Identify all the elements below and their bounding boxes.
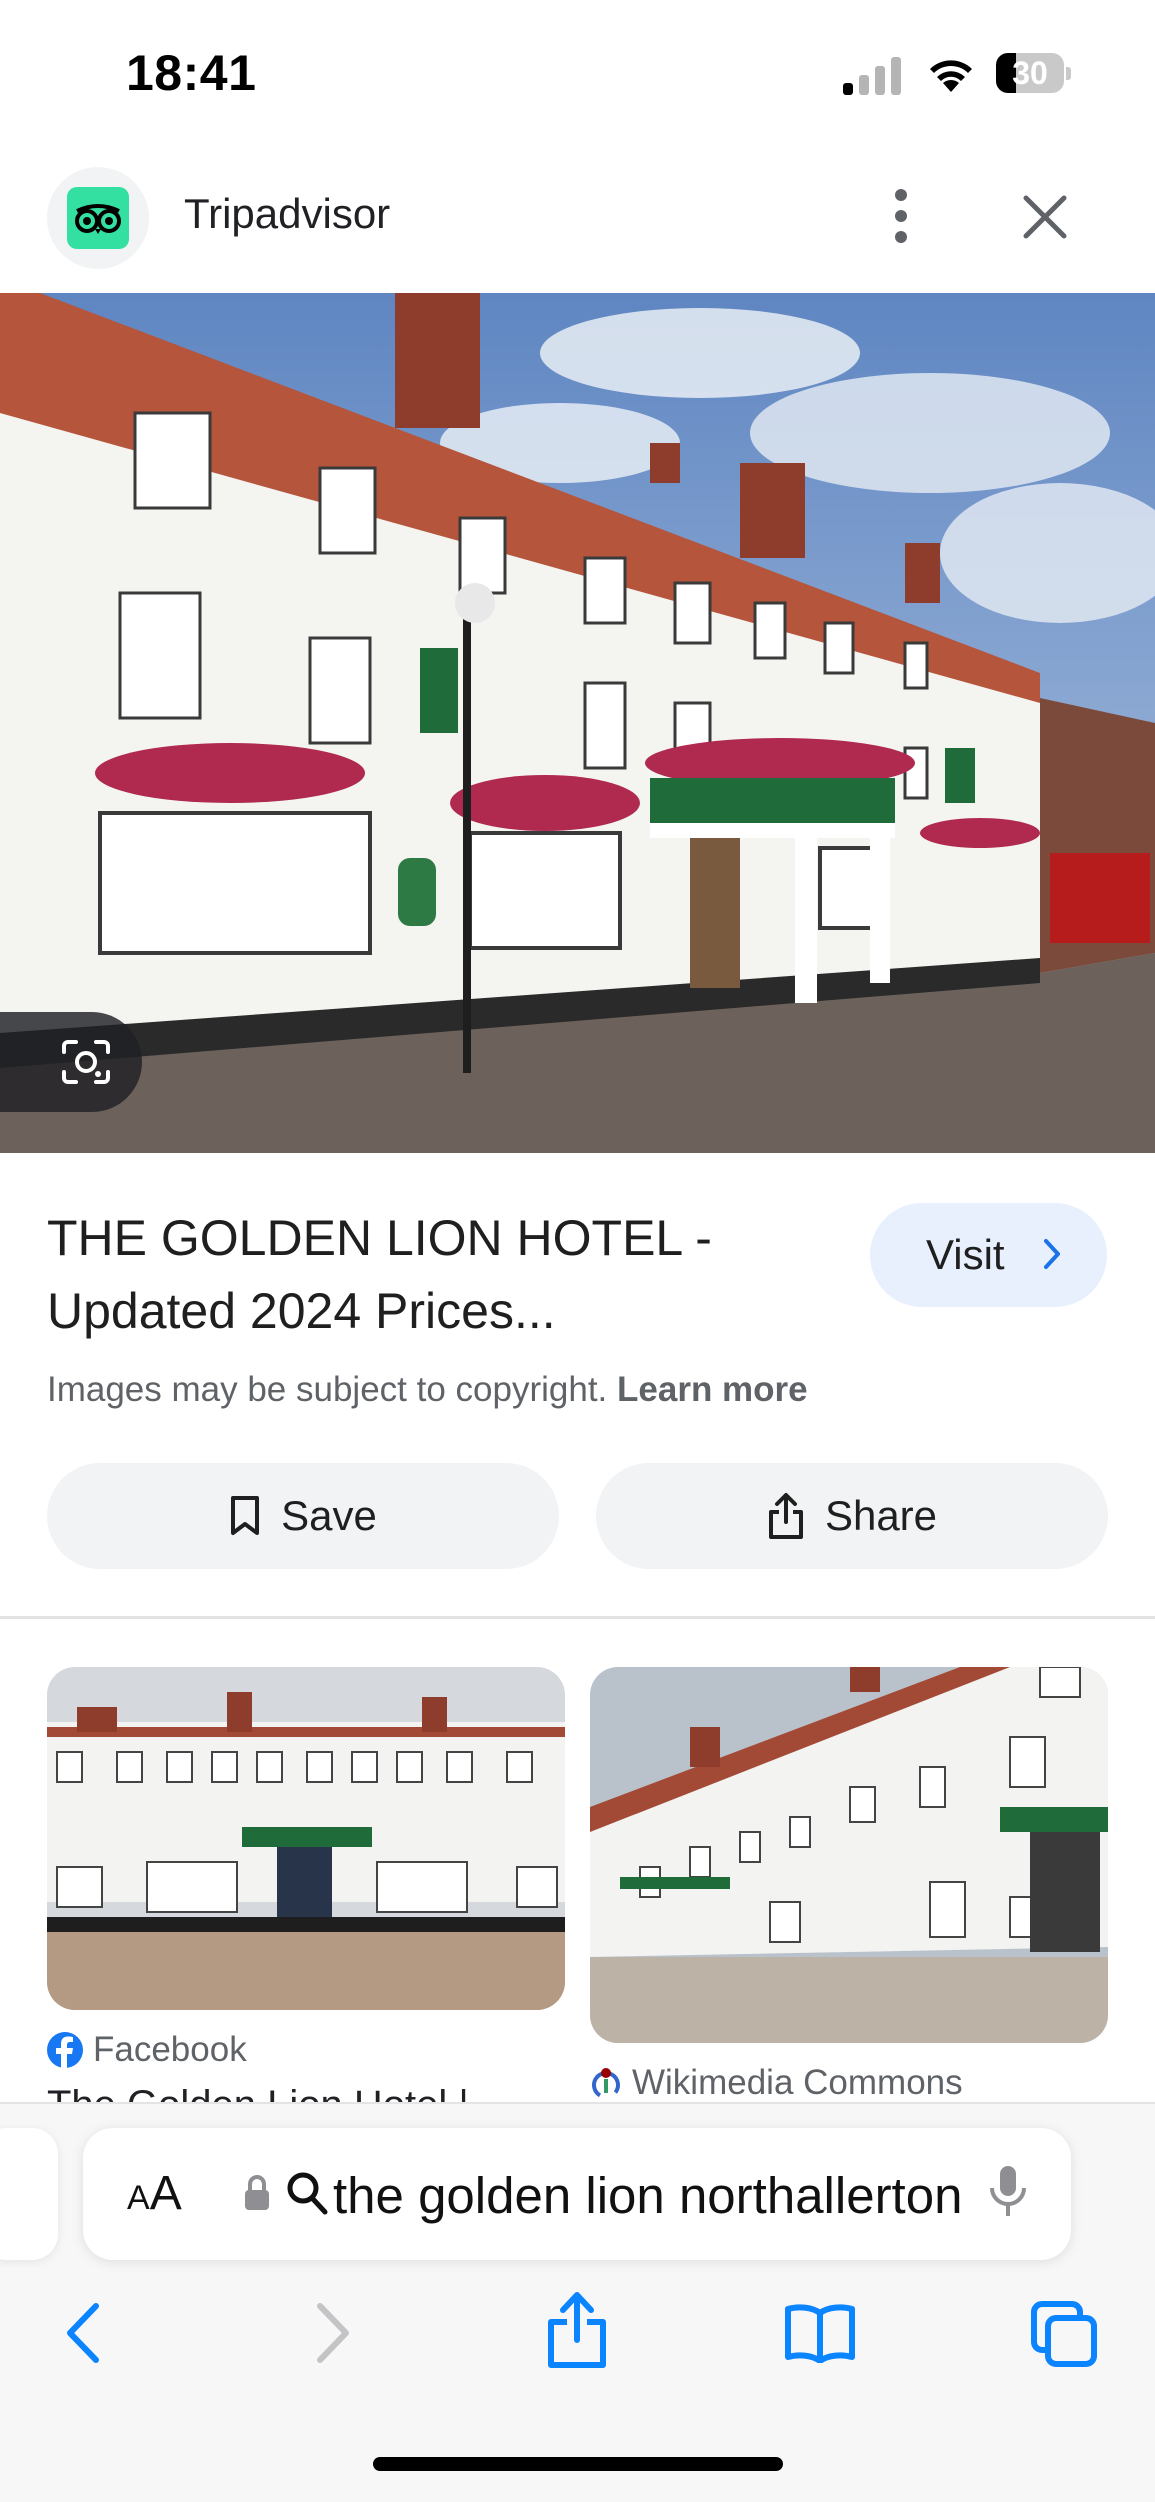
copyright-text: Images may be subject to copyright.: [47, 1370, 608, 1409]
search-icon: [287, 2172, 328, 2215]
related-source-1[interactable]: Facebook: [47, 2030, 247, 2070]
google-lens-button[interactable]: [0, 1012, 142, 1112]
result-title[interactable]: THE GOLDEN LION HOTEL - Updated 2024 Pri…: [47, 1202, 807, 1348]
battery-icon: 30: [996, 53, 1072, 93]
address-bar[interactable]: AA the golden lion northallerton: [83, 2128, 1071, 2260]
related-image-1[interactable]: [47, 1667, 565, 2010]
tabs-icon[interactable]: [1030, 2300, 1100, 2368]
wifi-icon: [930, 60, 972, 92]
related-snippet-1[interactable]: The Golden Lion Hotel |: [47, 2083, 469, 2103]
learn-more-link[interactable]: Learn more: [617, 1370, 808, 1409]
home-indicator[interactable]: [373, 2457, 783, 2471]
reader-options-button[interactable]: AA: [127, 2166, 182, 2221]
cellular-signal-icon: [843, 57, 901, 95]
hotel-photo[interactable]: [0, 293, 1155, 1153]
battery-level: 30: [1012, 55, 1048, 91]
visit-button[interactable]: Visit: [870, 1203, 1107, 1307]
microphone-icon[interactable]: [988, 2164, 1028, 2220]
share-button[interactable]: Share: [596, 1463, 1108, 1569]
close-icon[interactable]: [1020, 192, 1070, 242]
forward-arrow-icon[interactable]: [314, 2302, 354, 2364]
related-source-2[interactable]: Wikimedia Commons: [590, 2063, 963, 2103]
facebook-icon: [47, 2032, 83, 2068]
status-time: 18:41: [126, 45, 257, 101]
previous-tab-preview[interactable]: [0, 2128, 58, 2260]
related-source-2-name: Wikimedia Commons: [632, 2063, 963, 2102]
copyright-notice: Images may be subject to copyright. Lear…: [47, 1370, 808, 1410]
share-sheet-icon[interactable]: [545, 2290, 609, 2370]
share-label: Share: [824, 1492, 938, 1539]
section-divider: [0, 1616, 1155, 1619]
related-source-1-name: Facebook: [93, 2030, 247, 2069]
more-options-icon[interactable]: [886, 188, 916, 244]
lock-icon: [245, 2175, 269, 2210]
share-icon: [768, 1493, 803, 1539]
wikimedia-icon: [592, 2068, 620, 2099]
back-arrow-icon[interactable]: [62, 2302, 102, 2364]
related-image-2[interactable]: [590, 1667, 1108, 2043]
source-name[interactable]: Tripadvisor: [184, 190, 390, 238]
save-button[interactable]: Save: [47, 1463, 559, 1569]
bookmarks-icon[interactable]: [784, 2303, 856, 2363]
source-favicon[interactable]: [47, 167, 149, 269]
url-text[interactable]: the golden lion northallerton: [333, 2166, 1023, 2225]
chevron-right-icon: [1044, 1239, 1060, 1269]
visit-label: Visit: [926, 1231, 1005, 1278]
lens-camera-icon: [62, 1040, 110, 1084]
tripadvisor-owl-icon: [67, 187, 129, 249]
save-label: Save: [281, 1492, 377, 1539]
bookmark-icon: [231, 1496, 260, 1535]
